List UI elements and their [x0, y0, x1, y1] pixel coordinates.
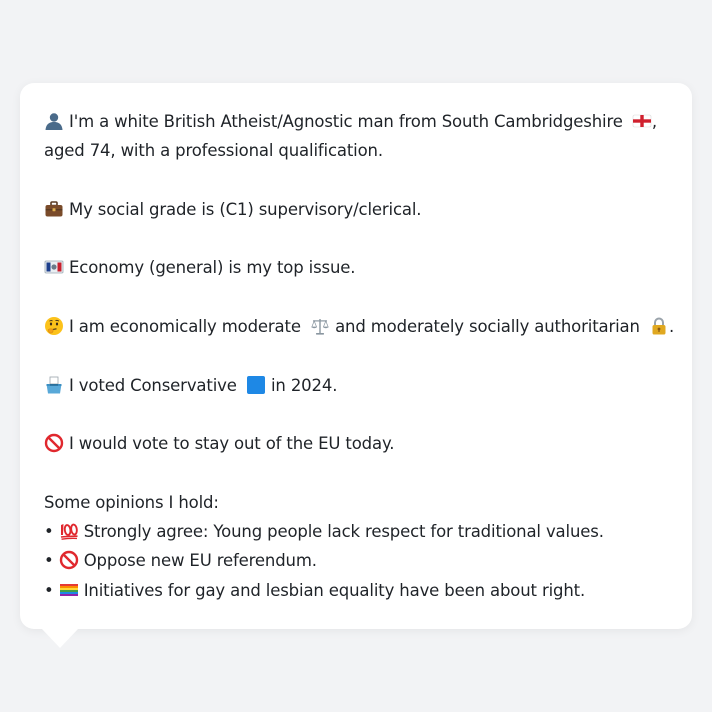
- opinion-item: • Strongly agree: Young people lack resp…: [44, 517, 668, 546]
- blue-square-icon: [246, 375, 266, 395]
- prohibited-icon: [59, 550, 79, 570]
- top-issue-line: Economy (general) is my top issue.: [44, 253, 668, 282]
- lock-icon: [649, 316, 669, 336]
- social-grade-line: My social grade is (C1) supervisory/cler…: [44, 195, 668, 224]
- identity-line: I'm a white British Atheist/Agnostic man…: [44, 107, 668, 136]
- opinion-item: • Initiatives for gay and lesbian equali…: [44, 576, 668, 605]
- bust-in-silhouette-icon: [44, 111, 64, 131]
- identity-end: ,: [651, 112, 657, 131]
- profile-message-card: I'm a white British Atheist/Agnostic man…: [20, 83, 692, 629]
- ideology-line: I am economically moderate and moderatel…: [44, 312, 674, 341]
- balance-scale-icon: [310, 316, 330, 336]
- thinking-face-icon: [44, 316, 64, 336]
- speech-bubble-tail: [42, 629, 78, 648]
- ideology-text-1: I am economically moderate: [69, 317, 301, 337]
- eu-stance-line: I would vote to stay out of the EU today…: [44, 429, 668, 458]
- bullet: •: [44, 551, 54, 571]
- social-grade-text: My social grade is (C1) supervisory/cler…: [69, 199, 422, 219]
- vote-text-1: I voted Conservative: [69, 375, 237, 395]
- top-issue-text: Economy (general) is my top issue.: [69, 258, 356, 278]
- bullet: •: [44, 580, 54, 600]
- ballot-box-icon: [44, 375, 64, 395]
- opinions-heading: Some opinions I hold:: [44, 492, 219, 512]
- opinion-text: Initiatives for gay and lesbian equality…: [83, 580, 586, 600]
- briefcase-icon: [44, 199, 64, 219]
- identity-text: I'm a white British Atheist/Agnostic man…: [69, 112, 623, 131]
- vote-line: I voted Conservative in 2024.: [44, 371, 668, 400]
- england-flag-icon: [632, 111, 652, 131]
- bullet: •: [44, 522, 54, 542]
- vote-text-2: in 2024.: [270, 375, 338, 395]
- prohibited-icon: [44, 433, 64, 453]
- rainbow-flag-icon: [59, 580, 79, 600]
- opinion-item: • Oppose new EU referendum.: [44, 546, 668, 575]
- ideology-end: .: [668, 317, 675, 337]
- opinion-text: Oppose new EU referendum.: [83, 551, 317, 571]
- hundred-points-icon: [59, 521, 79, 541]
- banknote-icon: [44, 257, 64, 277]
- eu-stance-text: I would vote to stay out of the EU today…: [69, 434, 395, 454]
- identity-line-2: aged 74, with a professional qualificati…: [44, 141, 383, 161]
- opinion-text: Strongly agree: Young people lack respec…: [83, 522, 604, 542]
- ideology-text-2: and moderately socially authoritarian: [335, 317, 640, 337]
